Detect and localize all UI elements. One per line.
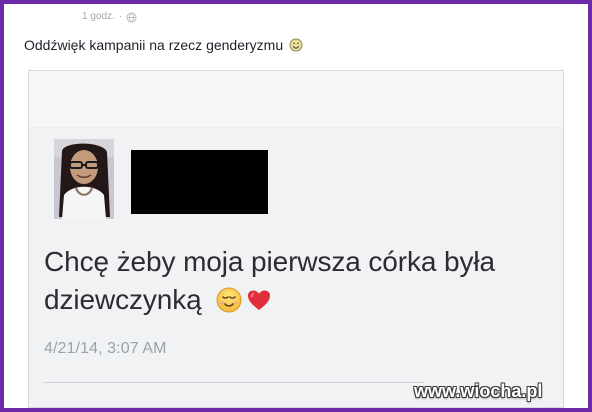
- post-meta: 1 godz. ·: [82, 10, 137, 24]
- relieved-emoji: [216, 287, 242, 313]
- tweet-line-1: Chcę żeby moja pierwsza córka była: [44, 246, 496, 277]
- post-caption: Oddźwięk kampanii na rzecz genderyzmu: [24, 34, 303, 56]
- meta-separator: ·: [118, 11, 123, 22]
- heart-icon: [248, 290, 271, 310]
- smile-emoji: [289, 38, 303, 52]
- post-time[interactable]: 1 godz.: [82, 11, 115, 23]
- tweet-screenshot-card: Chcę żeby moja pierwsza córka była dziew…: [28, 70, 564, 408]
- tweet-line-2: dziewczynką: [44, 281, 563, 319]
- globe-icon[interactable]: [126, 11, 137, 23]
- post-frame: 1 godz. · Oddźwięk kampanii na rzecz gen…: [0, 0, 592, 412]
- tweet-line-2-text: dziewczynką: [44, 284, 202, 315]
- site-watermark: www.wiocha.pl: [414, 381, 543, 401]
- tweet-emojis: [215, 286, 273, 314]
- card-header: [29, 71, 563, 128]
- tweet-timestamp: 4/21/14, 3:07 AM: [44, 340, 167, 357]
- redacted-username: [131, 150, 268, 214]
- post-caption-text: Oddźwięk kampanii na rzecz genderyzmu: [24, 37, 284, 53]
- tweet-divider: [43, 382, 425, 383]
- tweet-text: Chcę żeby moja pierwsza córka była dziew…: [44, 243, 563, 319]
- avatar: [54, 139, 114, 219]
